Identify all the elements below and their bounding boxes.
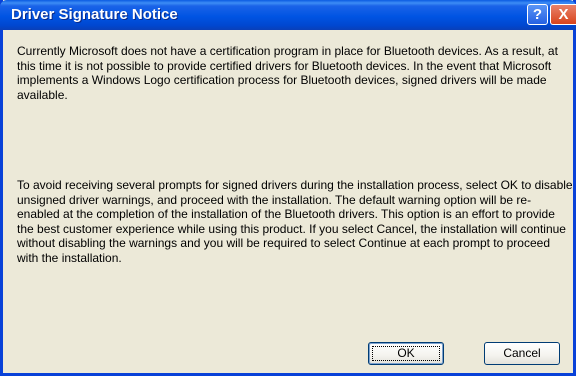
notice-paragraph-2: To avoid receiving several prompts for s… (17, 178, 573, 265)
ok-button[interactable]: OK (368, 342, 444, 365)
title-bar[interactable]: Driver Signature Notice ? X (0, 0, 576, 30)
close-icon: X (558, 6, 569, 23)
driver-signature-dialog: Driver Signature Notice ? X Currently Mi… (0, 0, 576, 376)
help-icon: ? (532, 6, 543, 23)
focus-rectangle (372, 346, 440, 361)
notice-paragraph-1: Currently Microsoft does not have a cert… (17, 44, 558, 102)
close-button[interactable]: X (550, 4, 576, 25)
help-button[interactable]: ? (527, 4, 548, 25)
cancel-button-label: Cancel (503, 346, 541, 360)
cancel-button[interactable]: Cancel (484, 342, 560, 365)
dialog-title: Driver Signature Notice (11, 6, 178, 23)
